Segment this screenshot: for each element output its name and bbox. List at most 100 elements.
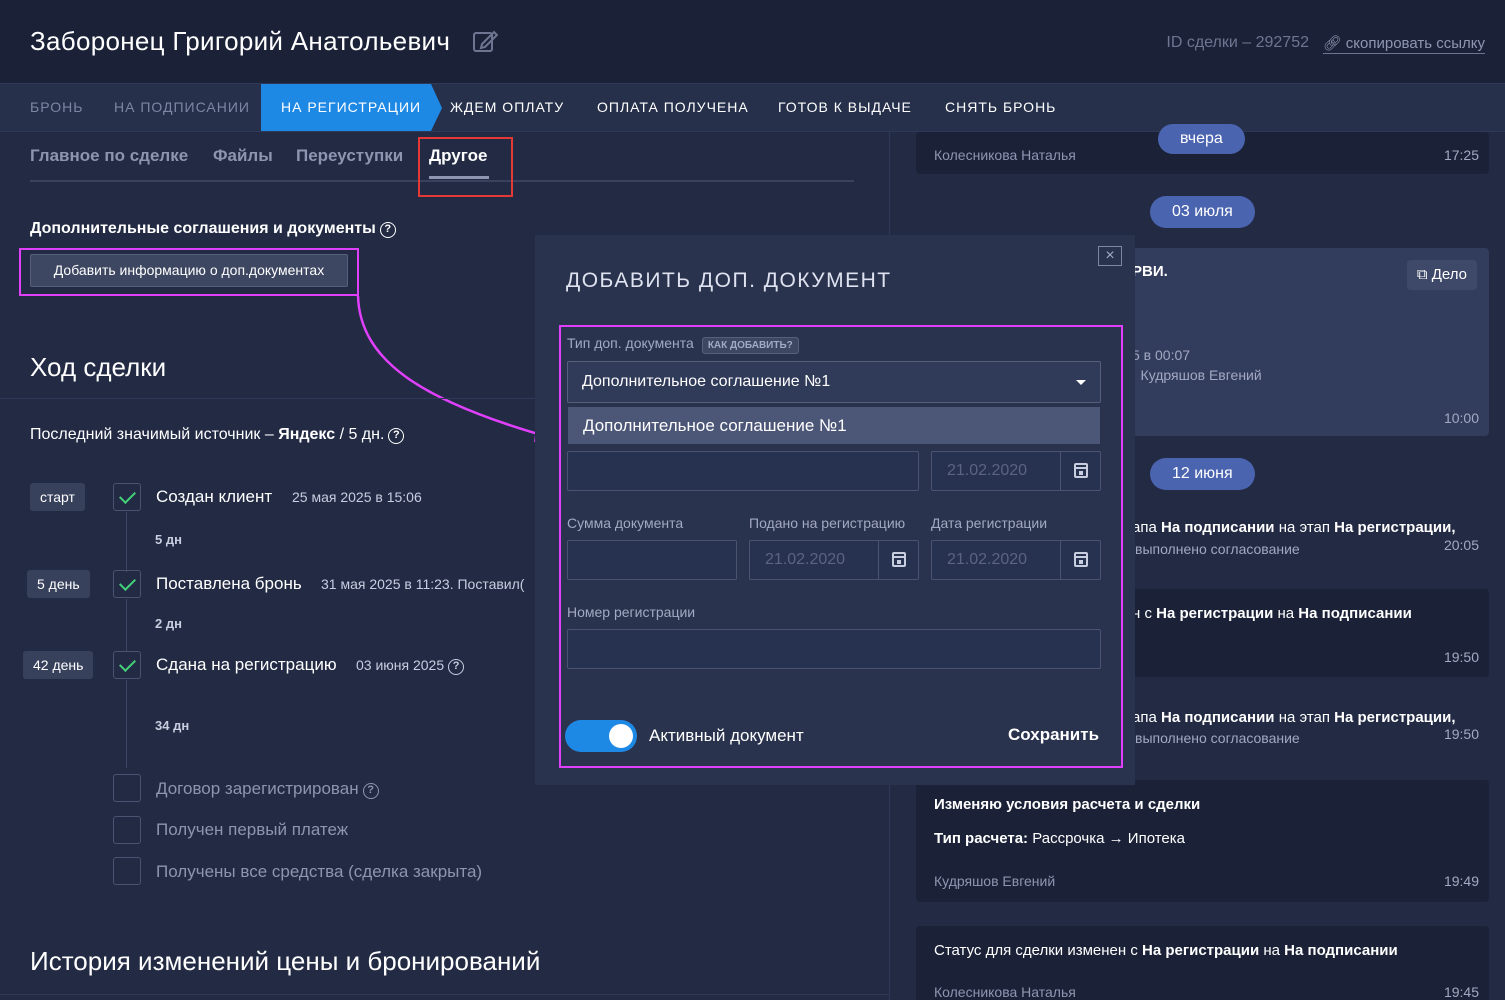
step-badge: старт bbox=[30, 483, 85, 511]
docs-section-title: Дополнительные соглашения и документы? bbox=[30, 220, 396, 238]
date-placeholder: 21.02.2020 bbox=[947, 551, 1028, 568]
calendar-icon bbox=[1074, 552, 1088, 567]
link-icon: 🔗︎ bbox=[1322, 35, 1342, 52]
step-gap: 2 дн bbox=[155, 616, 182, 631]
calendar-icon bbox=[1074, 463, 1088, 478]
calendar-button[interactable] bbox=[1060, 452, 1100, 490]
step-badge: 5 день bbox=[27, 570, 90, 598]
calendar-button[interactable] bbox=[1060, 541, 1100, 579]
doc-type-label: Тип доп. документа КАК ДОБАВИТЬ? bbox=[567, 335, 799, 354]
feed-text: Статус для сделки изменен с На регистрац… bbox=[934, 942, 1398, 959]
history-title: История изменений цены и бронирований bbox=[30, 946, 541, 976]
step-date: 03 июня 2025? bbox=[356, 657, 465, 675]
case-label: Дело bbox=[1431, 266, 1467, 283]
feed-sub: 5 в 00:07 bbox=[1132, 347, 1191, 363]
feed-time: 19:49 bbox=[1443, 873, 1479, 889]
pending-checkbox[interactable] bbox=[113, 774, 141, 802]
submitted-date-input[interactable]: 21.02.2020 bbox=[749, 540, 919, 580]
pending-step: Получен первый платеж bbox=[156, 820, 349, 839]
feed-sub: · Кудряшов Евгений bbox=[1132, 367, 1262, 383]
copy-link[interactable]: 🔗︎ скопировать ссылку bbox=[1322, 34, 1485, 54]
dropdown-option[interactable]: Дополнительное соглашение №1 bbox=[568, 407, 1100, 444]
feed-author: Колесникова Наталья bbox=[934, 147, 1076, 163]
case-button[interactable]: ⧉ Дело bbox=[1406, 260, 1477, 290]
stage-bron[interactable]: Бронь bbox=[30, 84, 83, 131]
feed-sub: выполнено согласование bbox=[1135, 730, 1300, 746]
feed-time: 19:45 bbox=[1443, 984, 1479, 1000]
step-gap: 34 дн bbox=[155, 718, 190, 733]
source-line: Последний значимый источник – Яндекс / 5… bbox=[30, 426, 405, 444]
feed-author: Кудряшов Евгений bbox=[934, 873, 1056, 889]
modal-title: ДОБАВИТЬ ДОП. ДОКУМЕНТ bbox=[566, 269, 892, 292]
pending-checkbox[interactable] bbox=[113, 816, 141, 844]
feed-time: 10:00 bbox=[1443, 410, 1479, 426]
check-icon bbox=[113, 570, 141, 598]
doc-type-select[interactable]: Дополнительное соглашение №1 bbox=[567, 361, 1101, 403]
deal-header: Заборонец Григорий Анатольевич ID сделки… bbox=[0, 0, 1505, 84]
help-icon[interactable]: ? bbox=[388, 428, 405, 444]
calendar-icon bbox=[892, 552, 906, 567]
step-date: 31 мая 2025 в 11:23. Поставил( bbox=[321, 576, 525, 592]
divider bbox=[0, 994, 890, 995]
client-name: Заборонец Григорий Анатольевич bbox=[30, 26, 451, 56]
help-icon[interactable]: ? bbox=[379, 222, 396, 238]
help-icon[interactable]: ? bbox=[448, 659, 465, 675]
submitted-label: Подано на регистрацию bbox=[749, 515, 906, 531]
stage-ready[interactable]: Готов к выдаче bbox=[778, 84, 912, 131]
save-button[interactable]: Сохранить bbox=[1008, 725, 1099, 745]
timeline-line bbox=[126, 680, 127, 768]
feed-text: апа На подписании на этап На регистрации… bbox=[1132, 519, 1456, 536]
button-highlight-box bbox=[19, 248, 359, 296]
reg-number-input[interactable] bbox=[567, 629, 1101, 669]
deal-id: ID сделки – 292752 bbox=[1166, 34, 1309, 51]
date-placeholder: 21.02.2020 bbox=[947, 462, 1028, 479]
source-name: Яндекс bbox=[278, 426, 336, 443]
stage-bar: Бронь На подписании На регистрации Ждем … bbox=[0, 84, 1505, 132]
edit-icon[interactable] bbox=[472, 28, 498, 54]
close-icon[interactable]: × bbox=[1098, 246, 1122, 266]
how-to-add-link[interactable]: КАК ДОБАВИТЬ? bbox=[701, 337, 799, 354]
calendar-button[interactable] bbox=[878, 541, 918, 579]
feed-author: Колесникова Наталья bbox=[934, 984, 1076, 1000]
step-date-text: 03 июня 2025 bbox=[356, 657, 445, 673]
tab-main[interactable]: Главное по сделке bbox=[30, 146, 188, 166]
check-icon bbox=[113, 483, 141, 511]
caret-down-icon bbox=[1076, 380, 1086, 385]
active-toggle[interactable] bbox=[565, 720, 637, 752]
amount-input[interactable] bbox=[567, 540, 737, 580]
tab-assignments[interactable]: Переуступки bbox=[296, 146, 403, 166]
check-icon bbox=[113, 651, 141, 679]
reg-date-input[interactable]: 21.02.2020 bbox=[931, 540, 1101, 580]
reg-date-label: Дата регистрации bbox=[931, 515, 1048, 531]
feed-card: Изменяю условия расчета и сделки Тип рас… bbox=[916, 780, 1489, 902]
pending-checkbox[interactable] bbox=[113, 857, 141, 885]
step-title: Поставлена бронь bbox=[156, 574, 302, 593]
doc-name-input[interactable] bbox=[567, 451, 919, 491]
timeline-line bbox=[126, 512, 127, 572]
feed-text: РВИ. bbox=[1132, 263, 1168, 280]
pending-label: Договор зарегистрирован bbox=[156, 779, 359, 798]
pending-step: Договор зарегистрирован? bbox=[156, 779, 379, 799]
stage-cancel-booking[interactable]: Снять бронь bbox=[945, 84, 1056, 131]
tab-highlight-box bbox=[418, 137, 513, 197]
doc-date-input[interactable]: 21.02.2020 bbox=[931, 451, 1101, 491]
source-prefix: Последний значимый источник – bbox=[30, 426, 274, 443]
feed-text: н с На регистрации на На подписании bbox=[1132, 605, 1412, 622]
step-title: Сдана на регистрацию bbox=[156, 655, 337, 674]
stage-awaiting-payment[interactable]: Ждем оплату bbox=[450, 84, 564, 131]
stage-payment-received[interactable]: Оплата получена bbox=[597, 84, 749, 131]
tab-files[interactable]: Файлы bbox=[213, 146, 273, 166]
stage-registration[interactable]: На регистрации bbox=[261, 84, 431, 131]
doc-type-value: Дополнительное соглашение №1 bbox=[582, 373, 831, 390]
stage-signing[interactable]: На подписании bbox=[114, 84, 250, 131]
feed-title: Изменяю условия расчета и сделки bbox=[934, 796, 1201, 813]
stage-arrow bbox=[431, 84, 442, 131]
active-toggle-label: Активный документ bbox=[649, 726, 804, 745]
feed-time: 17:25 bbox=[1443, 147, 1479, 163]
help-icon[interactable]: ? bbox=[362, 783, 379, 799]
step-date: 25 мая 2025 в 15:06 bbox=[292, 489, 422, 505]
feed-time: 19:50 bbox=[1443, 649, 1479, 665]
deal-progress-title: Ход сделки bbox=[30, 352, 167, 382]
date-placeholder: 21.02.2020 bbox=[765, 551, 846, 568]
feed-sub: выполнено согласование bbox=[1135, 541, 1300, 557]
